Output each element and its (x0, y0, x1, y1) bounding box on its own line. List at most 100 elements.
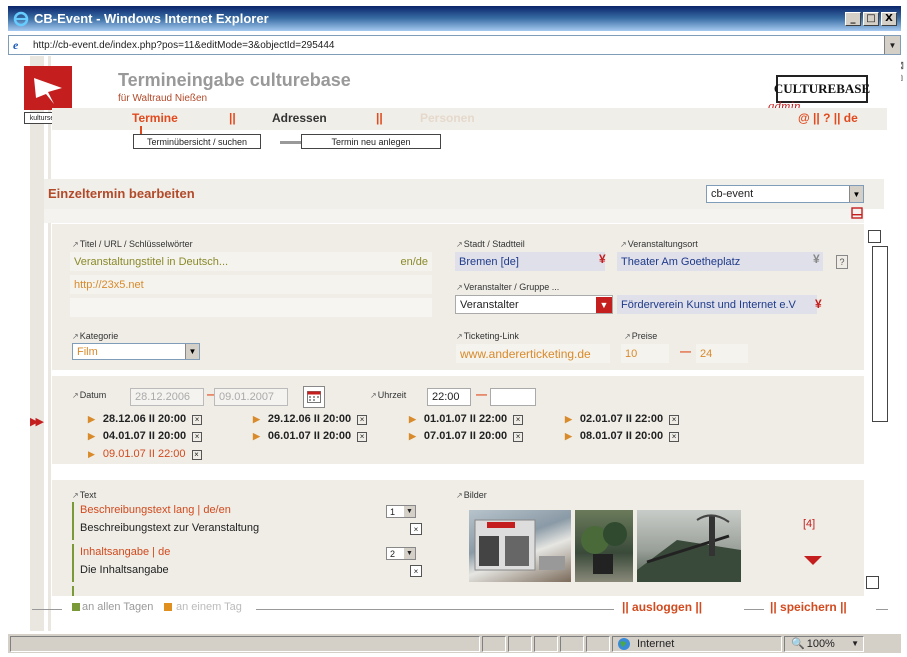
time-from: 22:00 (432, 391, 460, 403)
date-entry[interactable]: ▶ 07.01.07 II 20:00 × (409, 430, 524, 442)
panel-checkbox[interactable] (866, 576, 879, 589)
date-entry[interactable]: ▶ 06.01.07 II 20:00 × (253, 430, 368, 442)
security-zone[interactable]: Internet (612, 635, 782, 652)
delete-date-icon[interactable]: × (357, 415, 368, 425)
address-dropdown-icon[interactable]: ▼ (884, 36, 900, 54)
event-image-2[interactable] (575, 510, 633, 582)
organizer-field[interactable]: Förderverein Kunst und Internet e.V (617, 295, 817, 314)
chevron-down-icon[interactable]: ▼ (404, 506, 415, 517)
category-select[interactable]: Film ▼ (72, 343, 200, 360)
url-value: http://23x5.net (74, 278, 144, 291)
city-field[interactable]: Bremen [de] (455, 252, 605, 271)
calendar-icon[interactable] (303, 386, 325, 408)
user-name: für Waltraud Nießen (118, 93, 208, 104)
organizer-lookup-icon[interactable]: ¥ (815, 297, 822, 311)
price-to: 24 (700, 347, 713, 360)
delete-description-icon[interactable]: × (410, 523, 422, 535)
subtab-connector (280, 141, 302, 144)
summary-order-select[interactable]: 2 ▼ (386, 547, 416, 560)
image-count[interactable]: [4] (803, 518, 815, 530)
price-from: 10 (625, 347, 638, 360)
url-field[interactable]: http://23x5.net (70, 275, 432, 294)
event-image-3[interactable] (637, 510, 741, 582)
triangle-icon: ▶ (88, 449, 95, 459)
zoom-control[interactable]: 🔍 100% ▼ (784, 635, 864, 652)
ticket-field[interactable]: www.andererticketing.de (456, 344, 610, 363)
venue-field[interactable]: Theater Am Goetheplatz (617, 252, 823, 271)
one-day-swatch (164, 603, 172, 611)
subtab-new[interactable]: Termin neu anlegen (301, 134, 441, 149)
date-from-field[interactable]: 28.12.2006 (130, 388, 204, 406)
price-from-field[interactable]: 10 (621, 344, 669, 363)
triangle-icon: ▶ (409, 414, 416, 424)
event-image-1[interactable] (469, 510, 571, 582)
chevron-down-icon[interactable]: ▼ (404, 548, 415, 559)
panel-top-checkbox[interactable] (868, 230, 881, 243)
description-heading[interactable]: Beschreibungstext lang | de/en (80, 504, 231, 516)
date-entry[interactable]: ▶ 01.01.07 II 22:00 × (409, 413, 524, 425)
price-to-field[interactable]: 24 (696, 344, 748, 363)
nav-right-links[interactable]: @ || ? || de (798, 111, 858, 125)
time-label: Uhrzeit (370, 390, 407, 400)
chevron-down-icon[interactable]: ▼ (185, 344, 199, 359)
delete-date-icon[interactable]: × (357, 432, 368, 442)
close-button[interactable]: X (881, 11, 897, 26)
tab-adressen[interactable]: Adressen (272, 111, 327, 125)
title-field[interactable]: Veranstaltungstitel in Deutsch... en/de (70, 252, 432, 271)
date-entry-selected[interactable]: ▶ 09.01.07 II 22:00 × (88, 448, 202, 460)
keywords-field[interactable] (70, 298, 432, 317)
summary-value[interactable]: Die Inhaltsangabe (80, 564, 169, 576)
subtab-search[interactable]: Terminübersicht / suchen (133, 134, 261, 149)
delete-date-icon[interactable]: × (513, 432, 524, 442)
logout-button[interactable]: || ausloggen || (622, 600, 702, 614)
organizer-type-value: Veranstalter (460, 298, 519, 311)
delete-date-icon[interactable]: × (669, 432, 680, 442)
delete-date-icon[interactable]: × (191, 450, 202, 460)
time-from-field[interactable]: 22:00 (427, 388, 471, 406)
description-order-select[interactable]: 1 ▼ (386, 505, 416, 518)
chevron-down-icon[interactable]: ▼ (849, 186, 863, 202)
address-bar[interactable]: e http://cb-event.de/index.php?pos=11&ed… (8, 35, 901, 55)
organizer-dropdown-icon[interactable]: ▼ (596, 297, 612, 313)
delete-date-icon[interactable]: × (192, 415, 203, 425)
maximize-button[interactable]: □ (863, 11, 879, 26)
save-button[interactable]: || speichern || (770, 600, 847, 614)
event-selector-value: cb-event (711, 188, 754, 200)
delete-date-icon[interactable]: × (192, 432, 203, 442)
save-icon[interactable] (851, 207, 863, 219)
tab-personen[interactable]: Personen (420, 111, 475, 125)
title-lang[interactable]: en/de (400, 256, 428, 268)
date-entry[interactable]: ▶ 29.12.06 II 20:00 × (253, 413, 368, 425)
date-to-field[interactable]: 09.01.2007 (214, 388, 288, 406)
chevron-down-icon[interactable]: ▼ (851, 639, 859, 648)
ie-logo-icon (12, 10, 30, 28)
event-selector[interactable]: cb-event ▼ (706, 185, 864, 203)
tab-termine[interactable]: Termine (132, 111, 178, 125)
city-lookup-icon[interactable]: ¥ (599, 252, 606, 266)
minimize-button[interactable]: _ (845, 11, 861, 26)
all-days-option[interactable]: an allen Tagen (82, 601, 153, 613)
venue-lookup-icon[interactable]: ¥ (813, 252, 820, 266)
date-entry[interactable]: ▶ 02.01.07 II 22:00 × (565, 413, 680, 425)
organizer-type-select[interactable]: Veranstalter (455, 295, 613, 314)
triangle-icon: ▶ (253, 414, 260, 424)
delete-summary-icon[interactable]: × (410, 565, 422, 577)
time-to-field[interactable] (490, 388, 536, 406)
description-value[interactable]: Beschreibungstext zur Veranstaltung (80, 522, 259, 534)
address-url[interactable]: http://cb-event.de/index.php?pos=11&edit… (33, 40, 334, 51)
date-entry[interactable]: ▶ 28.12.06 II 20:00 × (88, 413, 203, 425)
scroll-down-icon[interactable] (804, 556, 822, 565)
right-scroll-panel[interactable] (872, 246, 888, 422)
page-scrollbar[interactable] (893, 56, 901, 631)
delete-date-icon[interactable]: × (669, 415, 680, 425)
time-dash: — (476, 389, 487, 401)
footer-line (256, 609, 614, 610)
status-cell (560, 635, 584, 652)
help-button[interactable]: ? (836, 255, 848, 269)
delete-date-icon[interactable]: × (513, 415, 524, 425)
date-entry[interactable]: ▶ 08.01.07 II 20:00 × (565, 430, 680, 442)
one-day-option[interactable]: an einem Tag (176, 601, 242, 613)
window-titlebar: CB-Event - Windows Internet Explorer _ □… (8, 6, 901, 31)
date-entry[interactable]: ▶ 04.01.07 II 20:00 × (88, 430, 203, 442)
summary-heading[interactable]: Inhaltsangabe | de (80, 546, 170, 558)
